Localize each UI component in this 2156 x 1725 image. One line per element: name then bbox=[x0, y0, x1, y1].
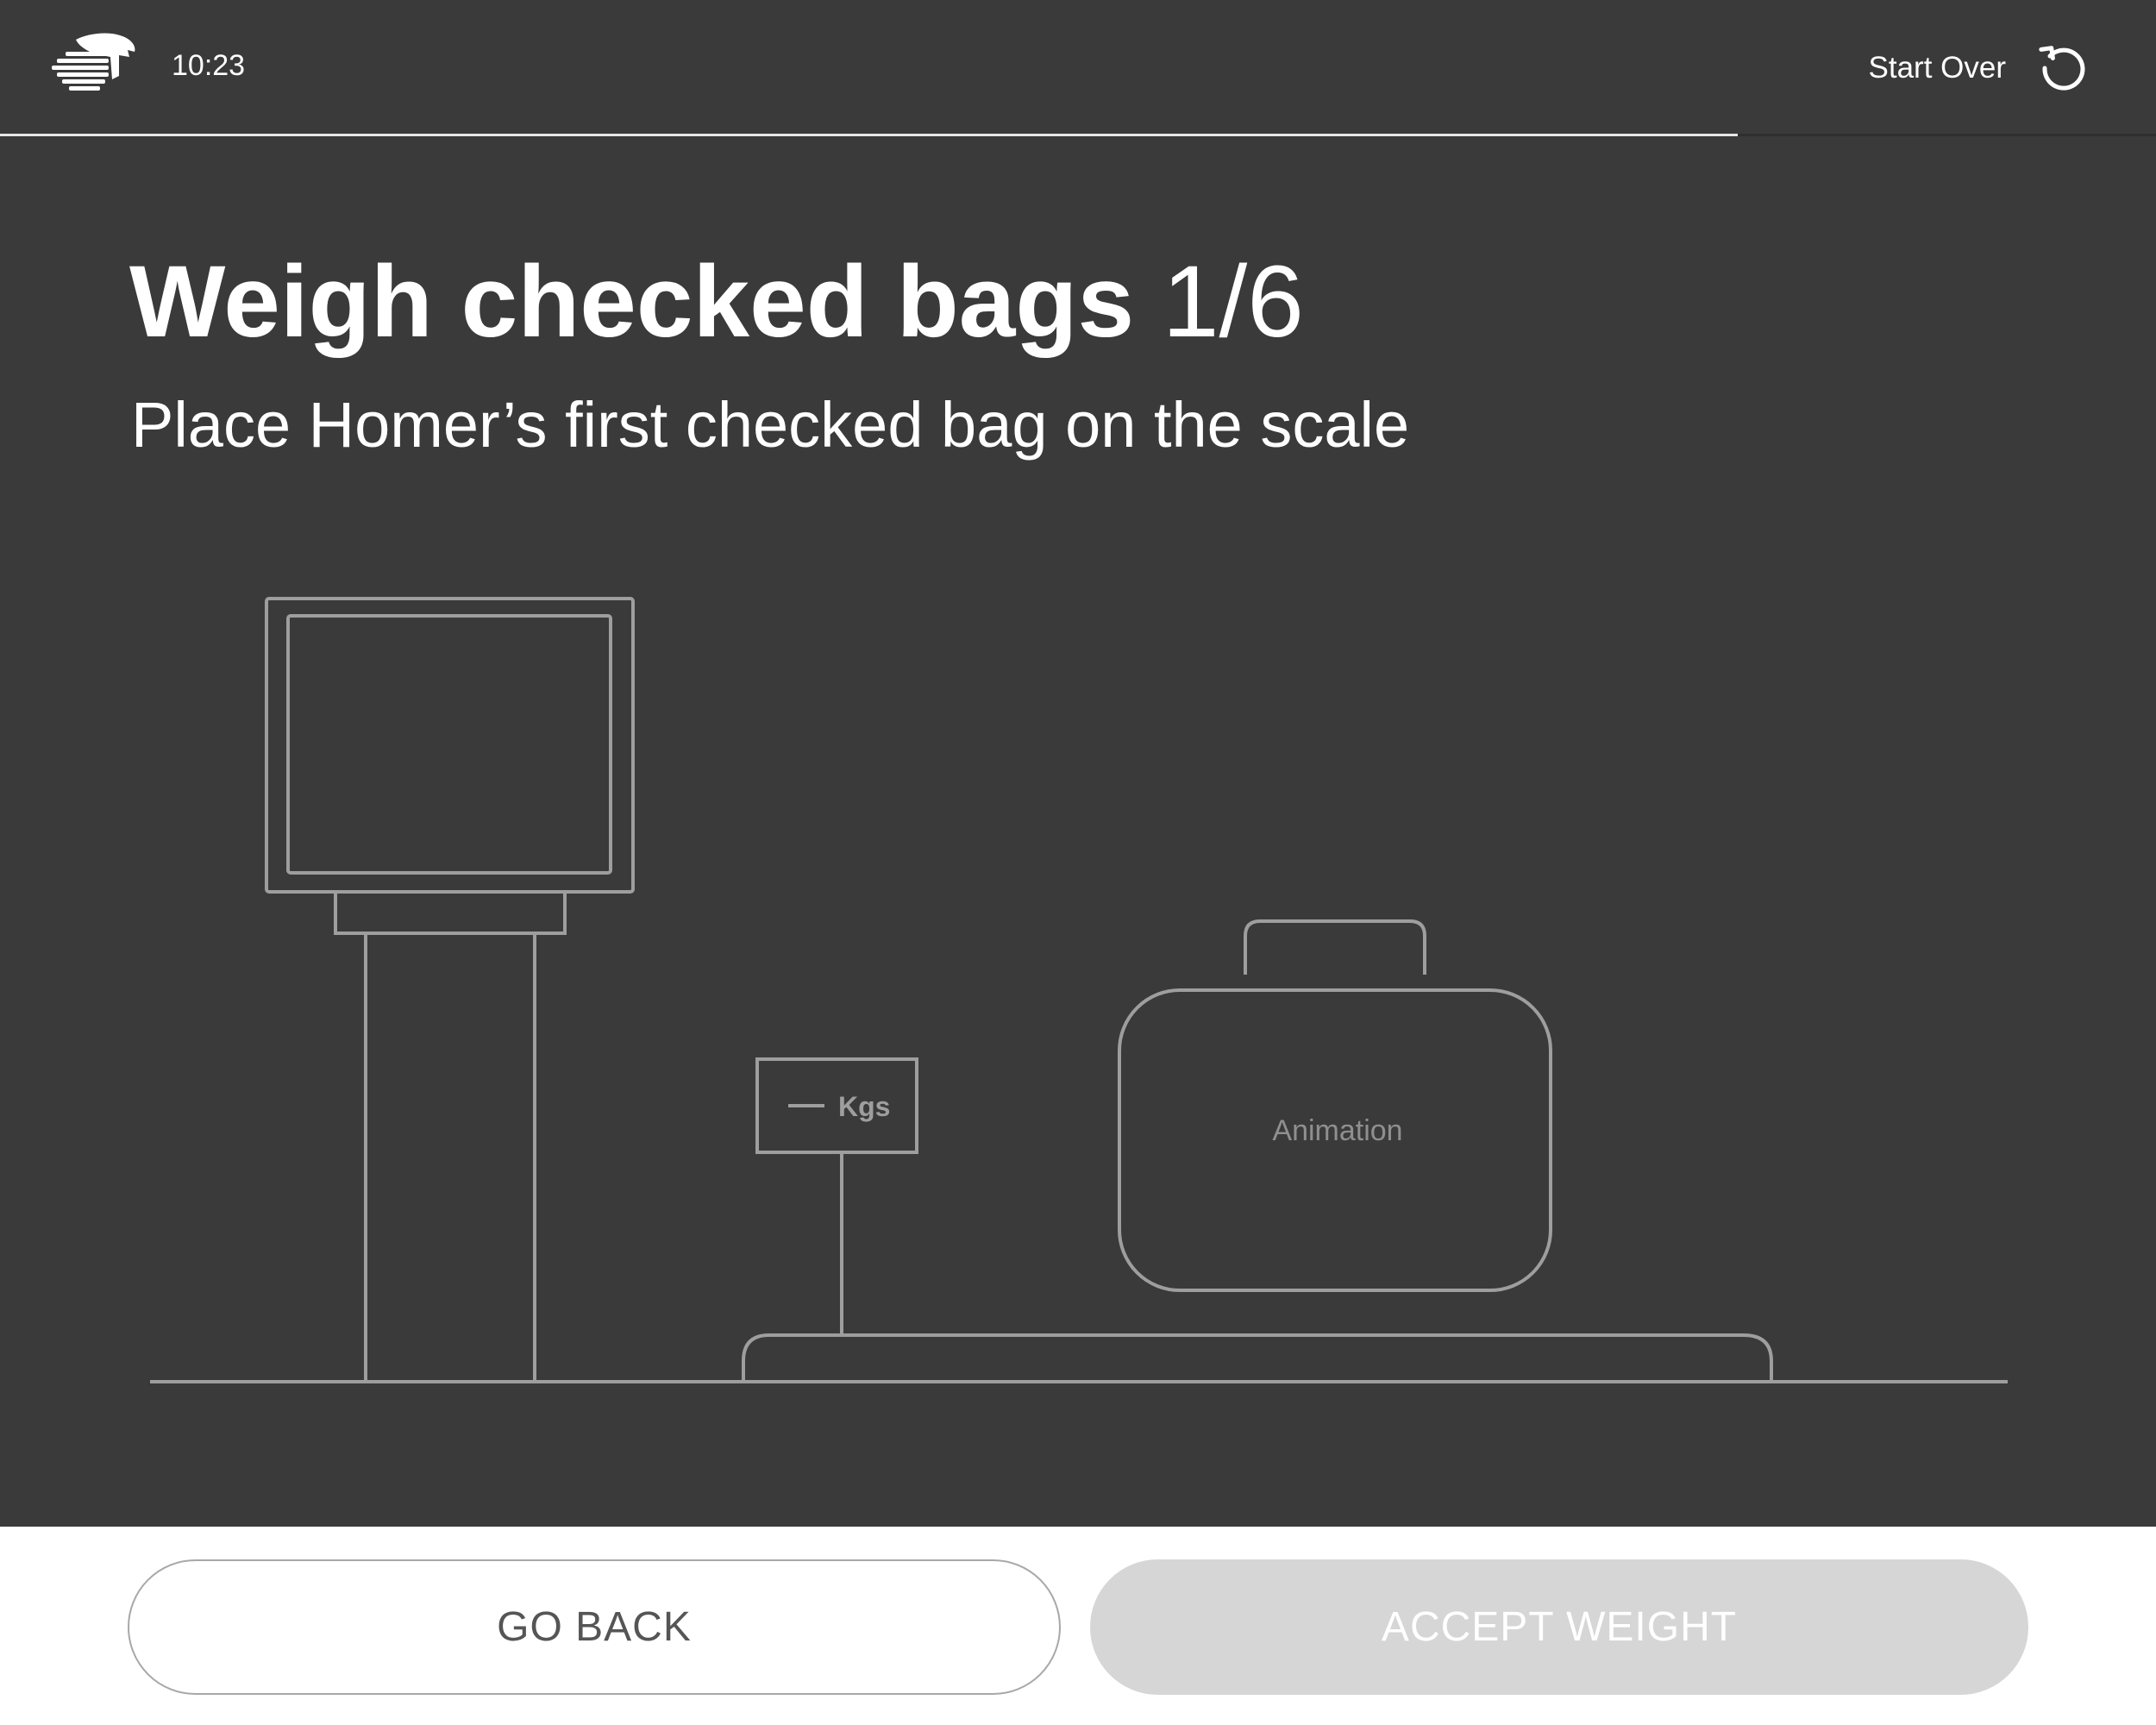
scale-platform bbox=[742, 1333, 1773, 1381]
weigh-bags-screen: 10:23 Start Over Weigh checked bags 1/6 … bbox=[0, 0, 2156, 1725]
scale-display-unit: Kgs bbox=[838, 1091, 890, 1122]
kiosk-monitor-screen bbox=[286, 614, 612, 875]
scale-display bbox=[755, 1057, 918, 1154]
go-back-button[interactable]: GO BACK bbox=[128, 1559, 1061, 1695]
suitcase-handle bbox=[1244, 919, 1426, 975]
go-back-label: GO BACK bbox=[497, 1604, 692, 1650]
accept-weight-button[interactable]: ACCEPT WEIGHT bbox=[1090, 1559, 2028, 1695]
animation-placeholder-label: Animation bbox=[1272, 1114, 1402, 1147]
scale-illustration: Kgs Animation bbox=[150, 597, 2008, 1383]
accept-weight-label: ACCEPT WEIGHT bbox=[1381, 1604, 1738, 1650]
kiosk-monitor-base bbox=[334, 890, 567, 935]
kiosk-monitor-frame bbox=[265, 597, 635, 894]
